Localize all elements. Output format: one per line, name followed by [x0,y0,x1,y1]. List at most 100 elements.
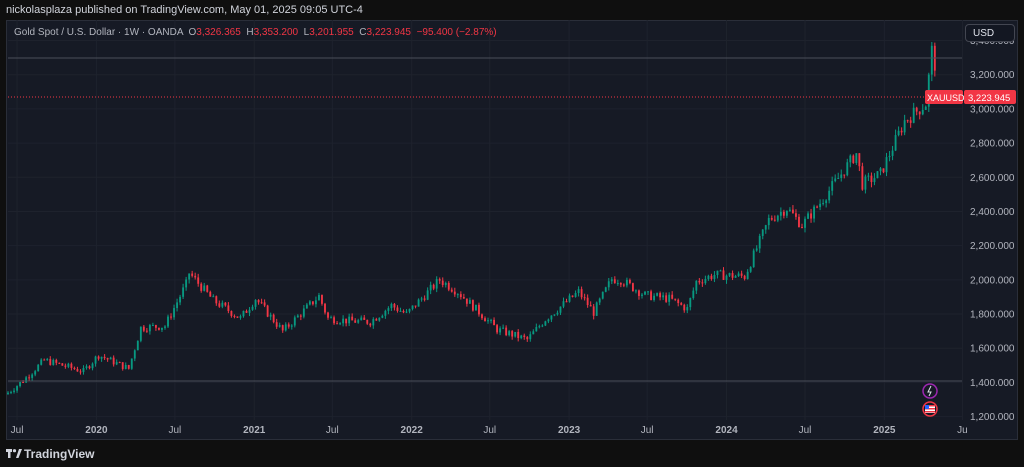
candle-body [906,120,909,122]
candle-body [903,120,906,133]
candle [598,297,601,306]
time-tick-label: 2023 [558,425,581,436]
candle [70,362,73,371]
candle [299,314,302,321]
time-tick-label: 2020 [85,425,108,436]
candles [7,41,936,395]
candle [462,293,465,299]
candle [465,298,468,307]
candle [154,324,157,331]
price-tick-label: 1,800.000 [970,310,1015,321]
candle [704,275,707,285]
candle [354,318,357,323]
candle [324,302,326,315]
candle-body [97,356,100,359]
price-tick-label: 2,400.000 [970,207,1015,218]
candle [441,277,444,288]
candle-body [257,300,260,303]
candle-body [197,277,200,284]
candle [136,340,139,351]
candle [517,329,520,342]
candle-body [269,314,272,317]
candle [852,154,855,164]
candle [438,277,441,284]
candle-body [683,304,686,311]
candle-body [336,323,339,325]
candle-body [345,318,348,324]
candle [118,361,121,364]
candle [677,298,680,307]
grid-lines [8,20,963,420]
candle-body [752,250,755,268]
candle [701,279,704,287]
candle [595,301,598,317]
candle [212,294,215,298]
candle [915,106,918,116]
events-icon[interactable] [922,383,938,399]
currency-button[interactable]: USD [965,24,1015,42]
candle [242,310,245,318]
us-flag-icon[interactable] [922,401,938,417]
candle [894,129,897,152]
candle-body [795,213,797,217]
candle-body [164,326,166,328]
candle-body [148,325,151,332]
candle-body [885,157,888,173]
candle [671,291,674,300]
candle-body [565,301,568,303]
tradingview-brand: TradingView [24,447,95,461]
candle-body [28,377,31,379]
candle [447,281,450,292]
candle [387,306,390,315]
candle [366,319,369,325]
candle [139,326,142,343]
candle-body [450,289,453,292]
candle [728,272,731,277]
candle [263,299,266,308]
candle [103,354,106,360]
candle [493,317,495,326]
candle [327,311,329,320]
candle-body [417,299,420,307]
candle [650,289,652,301]
candle [64,363,67,369]
candle [348,313,351,327]
candle-body [855,153,858,164]
candle-body [429,284,432,291]
candle [369,322,372,328]
candle-body [299,315,302,317]
candle-body [360,317,363,321]
candle-body [852,155,855,164]
candle-body [456,294,459,296]
candle-body [813,206,816,219]
candle-body [918,111,921,115]
candle [834,174,837,183]
candle [622,283,625,288]
open-value: 3,326.365 [196,27,241,38]
candle-body [393,303,396,308]
candle [592,304,595,320]
candle [402,309,405,314]
candle-body [580,289,583,298]
candle-body [743,275,746,279]
ohlc-legend: Gold Spot / U.S. Dollar · 1W · OANDA O3,… [14,27,497,38]
candle [106,357,109,362]
price-tick-label: 3,200.000 [970,70,1015,81]
candle [375,317,378,321]
candle [52,358,55,366]
candle [662,292,665,300]
candle-body [508,331,511,336]
candle-body [635,290,637,292]
last-price-tag: XAUUSD 3,223.945 [925,90,1016,104]
footer: TradingView [0,441,1024,467]
candle [933,42,936,77]
candle-body [378,317,381,321]
candle-body [589,305,592,307]
candle-body [641,294,643,296]
candle-body [151,325,154,327]
price-tick-label: 2,600.000 [970,173,1015,184]
candle-body [387,308,390,311]
candle [659,291,662,301]
price-chart[interactable]: 1,200.000 1,400.000 1,600.000 1,800.000 2,00… [0,0,1024,467]
candle-body [613,279,616,284]
